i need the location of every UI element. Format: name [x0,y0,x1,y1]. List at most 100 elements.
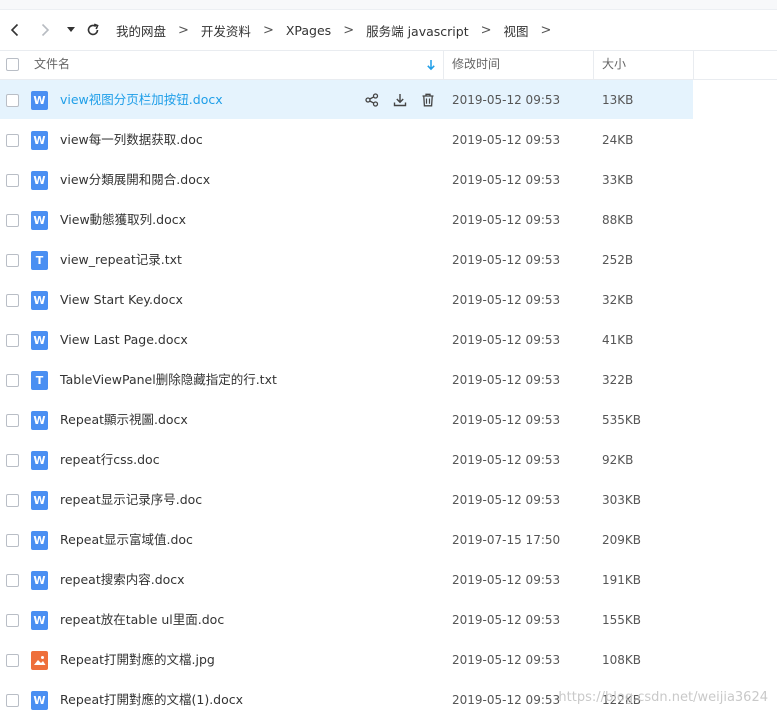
refresh-button[interactable] [80,16,106,44]
breadcrumb-item[interactable]: XPages [286,23,331,38]
word-file-icon: W [31,451,48,470]
file-name[interactable]: repeat搜索内容.docx [60,560,185,600]
word-file-icon: W [31,91,48,110]
column-header-size[interactable]: 大小 [602,50,626,79]
file-name[interactable]: Repeat顯示視圖.docx [60,400,188,440]
share-icon [365,93,379,107]
file-row[interactable]: Wrepeat搜索内容.docx 2019-05-12 09:53 191KB [0,560,777,600]
file-size: 155KB [602,613,642,627]
breadcrumb-item[interactable]: 我的网盘 [116,21,166,40]
row-checkbox[interactable] [6,654,19,667]
caret-down-icon [67,27,75,32]
file-modified-date: 2019-05-12 09:53 [452,293,561,307]
breadcrumb-separator: > [178,22,189,38]
row-checkbox[interactable] [6,494,19,507]
file-name[interactable]: View動態獲取列.docx [60,200,186,240]
forward-button[interactable] [32,16,58,44]
file-modified-date: 2019-05-12 09:53 [452,693,561,707]
file-size: 24KB [602,133,634,147]
breadcrumb: 我的网盘 > 开发资料 > XPages > 服务端 javascript > … [116,21,563,40]
file-name[interactable]: repeat行css.doc [60,440,160,480]
watermark-text: https://blog.csdn.net/weijia3624 [558,690,768,705]
file-row[interactable]: W Repeat顯示視圖.docx 2019-05-12 09:53 535KB [0,400,777,440]
word-file-icon: W [31,331,48,350]
column-header-name[interactable]: 文件名 [34,50,70,79]
file-name[interactable]: repeat放在table ul里面.doc [60,600,224,640]
file-size: 92KB [602,453,634,467]
file-modified-date: 2019-05-12 09:53 [452,333,561,347]
row-checkbox[interactable] [6,374,19,387]
word-file-icon: W [31,291,48,310]
file-name[interactable]: View Last Page.docx [60,320,188,360]
word-file-icon: W [31,611,48,630]
file-name[interactable]: Repeat打開對應的文檔(1).docx [60,680,243,720]
row-checkbox[interactable] [6,574,19,587]
file-size: 252B [602,253,634,267]
row-checkbox[interactable] [6,174,19,187]
file-row[interactable]: W Repeat显示富域值.doc 2019-07-15 17:50 209KB [0,520,777,560]
download-button[interactable] [390,90,410,110]
sort-arrow-down-icon[interactable] [426,50,436,79]
file-name[interactable]: View Start Key.docx [60,280,183,320]
column-divider [443,50,444,79]
file-size: 303KB [602,493,642,507]
row-checkbox[interactable] [6,694,19,707]
file-name[interactable]: view视图分页栏加按钮.docx [60,80,223,120]
breadcrumb-separator: > [480,22,492,38]
word-file-icon: W [31,491,48,510]
file-list: Wview视图分页栏加按钮.docx 2019-05-12 09:53 13KB Wv… [0,80,777,720]
row-checkbox[interactable] [6,254,19,267]
row-checkbox[interactable] [6,534,19,547]
file-modified-date: 2019-05-12 09:53 [452,253,561,267]
file-row[interactable]: Wrepeat行css.doc 2019-05-12 09:53 92KB [0,440,777,480]
file-row[interactable]: W View Start Key.docx 2019-05-12 09:53 32KB [0,280,777,320]
file-row[interactable]: W View Last Page.docx 2019-05-12 09:53 41KB [0,320,777,360]
breadcrumb-separator: > [540,22,552,38]
row-checkbox[interactable] [6,334,19,347]
file-row[interactable]: Tview_repeat记录.txt 2019-05-12 09:53 252B [0,240,777,280]
file-name[interactable]: Repeat显示富域值.doc [60,520,193,560]
text-file-icon: T [31,251,48,270]
file-row[interactable]: Wrepeat放在table ul里面.doc 2019-05-12 09:53 1… [0,600,777,640]
file-row[interactable]: Wrepeat显示记录序号.doc 2019-05-12 09:53 303KB [0,480,777,520]
file-size: 322B [602,373,634,387]
row-checkbox[interactable] [6,414,19,427]
row-checkbox[interactable] [6,134,19,147]
file-modified-date: 2019-05-12 09:53 [452,573,561,587]
file-name[interactable]: view分類展開和閱合.docx [60,160,210,200]
row-checkbox[interactable] [6,614,19,627]
row-checkbox[interactable] [6,94,19,107]
file-name[interactable]: view每一列数据获取.doc [60,120,203,160]
file-size: 41KB [602,333,634,347]
file-name[interactable]: Repeat打開對應的文檔.jpg [60,640,215,680]
breadcrumb-item[interactable]: 服务端 javascript [366,21,469,40]
word-file-icon: W [31,691,48,710]
file-row[interactable]: Repeat打開對應的文檔.jpg 2019-05-12 09:53 108KB [0,640,777,680]
history-dropdown-button[interactable] [64,16,78,44]
file-name[interactable]: TableViewPanel删除隐藏指定的行.txt [60,360,277,400]
file-size: 13KB [602,93,634,107]
column-divider [593,50,594,79]
file-row[interactable]: Wview每一列数据获取.doc 2019-05-12 09:53 24KB [0,120,777,160]
row-checkbox[interactable] [6,454,19,467]
file-size: 33KB [602,173,634,187]
column-header-modified[interactable]: 修改时间 [452,50,500,79]
delete-button[interactable] [418,90,438,110]
window-top-strip [0,0,777,10]
file-row[interactable]: Wview视图分页栏加按钮.docx 2019-05-12 09:53 13KB [0,80,777,120]
file-name[interactable]: view_repeat记录.txt [60,240,182,280]
row-checkbox[interactable] [6,294,19,307]
breadcrumb-item-current[interactable]: 视图 [504,21,529,40]
row-checkbox[interactable] [6,214,19,227]
back-button[interactable] [2,16,28,44]
file-row[interactable]: W View動態獲取列.docx 2019-05-12 09:53 88KB [0,200,777,240]
column-divider [693,50,694,79]
file-modified-date: 2019-05-12 09:53 [452,493,561,507]
share-button[interactable] [362,90,382,110]
select-all-checkbox[interactable] [6,58,19,71]
file-row[interactable]: Wview分類展開和閱合.docx 2019-05-12 09:53 33KB [0,160,777,200]
file-name[interactable]: repeat显示记录序号.doc [60,480,202,520]
breadcrumb-item[interactable]: 开发资料 [201,21,251,40]
file-row[interactable]: T TableViewPanel删除隐藏指定的行.txt 2019-05-12 09… [0,360,777,400]
file-modified-date: 2019-05-12 09:53 [452,653,561,667]
